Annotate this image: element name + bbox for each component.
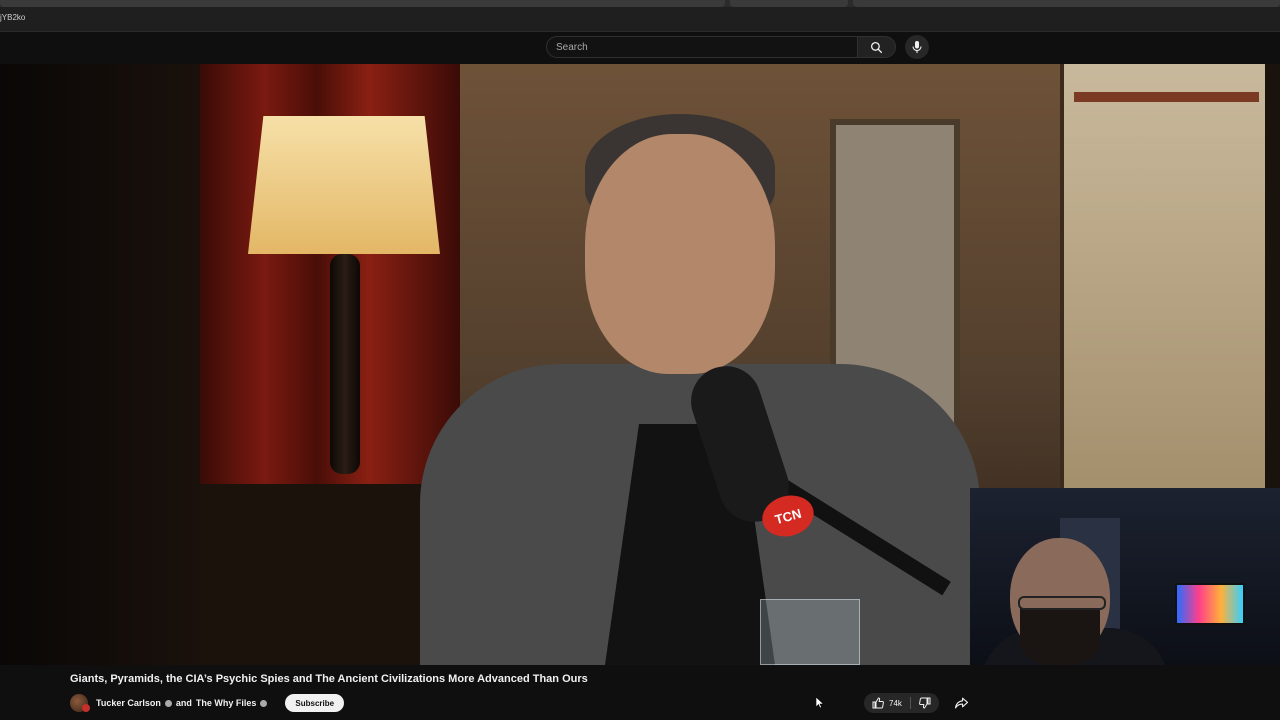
- video-info: Giants, Pyramids, the CIA’s Psychic Spie…: [0, 665, 1280, 720]
- guest-head: [585, 134, 775, 374]
- youtube-header: [0, 32, 1280, 64]
- video-player[interactable]: TCN: [0, 64, 1280, 665]
- thumbs-down-icon: [918, 697, 931, 709]
- like-dislike-pill: 74k: [864, 693, 939, 713]
- search-input[interactable]: [547, 37, 857, 57]
- thumbs-up-icon: [872, 697, 884, 709]
- mouse-cursor-icon: [816, 697, 824, 709]
- share-icon: [955, 697, 969, 709]
- webcam-tv: [1175, 583, 1245, 625]
- address-bar-fragment[interactable]: jYB2ko: [0, 13, 25, 22]
- video-title: Giants, Pyramids, the CIA’s Psychic Spie…: [70, 673, 588, 685]
- share-button[interactable]: [951, 693, 973, 713]
- channel-avatar[interactable]: [70, 694, 90, 712]
- browser-chrome: jYB2ko: [0, 0, 1280, 32]
- video-bg-dark: [0, 64, 200, 665]
- search-box[interactable]: [546, 36, 858, 58]
- verified-icon: [164, 699, 172, 707]
- streamer-glasses: [1018, 596, 1106, 610]
- collab-separator: and: [175, 698, 192, 708]
- streamer-beard: [1020, 608, 1100, 665]
- subscribe-button[interactable]: Subscribe: [285, 694, 345, 712]
- collaborator-name[interactable]: The Why Files: [196, 698, 257, 708]
- verified-icon: [260, 699, 268, 707]
- tapestry: [1060, 64, 1265, 494]
- channel-name[interactable]: Tucker Carlson: [96, 698, 161, 708]
- lamp-shade: [248, 116, 440, 254]
- water-glass: [760, 599, 860, 665]
- tab-strip: [0, 0, 1280, 7]
- like-count: 74k: [889, 698, 902, 708]
- webcam-overlay: [970, 488, 1280, 665]
- video-actions: 74k: [864, 693, 973, 713]
- lamp-base: [330, 254, 360, 474]
- dislike-button[interactable]: [911, 693, 939, 713]
- like-button[interactable]: 74k: [864, 693, 910, 713]
- search-icon: [870, 41, 883, 53]
- channel-row: Tucker Carlson and The Why Files Subscri…: [70, 694, 345, 712]
- voice-search-button[interactable]: [905, 35, 929, 59]
- search-button[interactable]: [858, 36, 896, 58]
- mic-icon: [912, 41, 922, 53]
